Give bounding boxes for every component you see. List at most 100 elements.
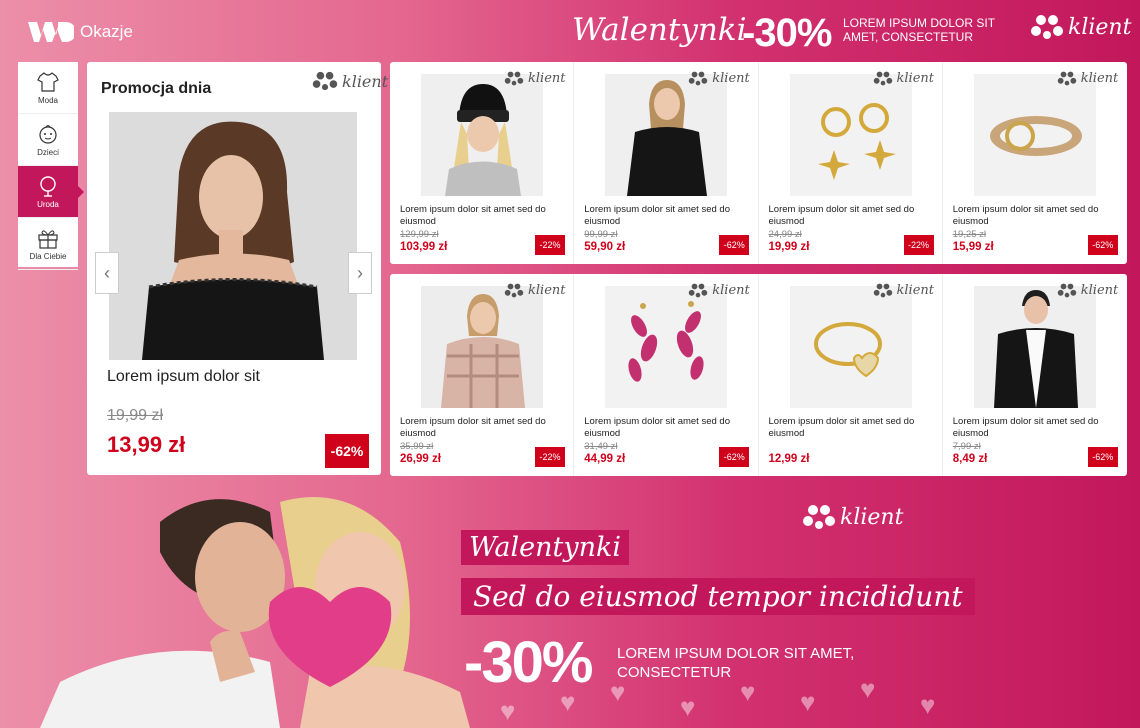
klient-logo: klient	[873, 283, 934, 298]
product-card[interactable]: klient Lorem ipsum dolor sit amet sed do…	[759, 62, 943, 264]
product-image[interactable]	[789, 286, 912, 408]
product-old-price: 24,99 zł	[768, 229, 802, 240]
sidebar-item-dzieci[interactable]: Dzieci	[18, 114, 78, 166]
discount-badge: -22%	[903, 235, 934, 255]
product-name[interactable]: Lorem ipsum dolor sit amet sed do eiusmo…	[769, 416, 929, 440]
flower-icon	[312, 71, 338, 91]
klient-logo-text: klient	[342, 71, 389, 91]
product-card[interactable]: klient Lorem ipsum dolor sit amet sed do…	[574, 62, 759, 264]
promo-klient-logo: klient	[312, 71, 388, 91]
product-new-price: 26,99 zł	[400, 453, 441, 465]
product-card[interactable]: klient Lorem ipsum dolor sit amet sed do…	[943, 62, 1127, 264]
couple-photo	[40, 497, 470, 728]
discount-badge: -22%	[535, 447, 565, 467]
klient-logo: klient	[688, 283, 750, 298]
klient-logo: klient	[504, 283, 565, 298]
product-image[interactable]	[605, 74, 728, 196]
product-name[interactable]: Lorem ipsum dolor sit amet sed do eiusmo…	[400, 416, 560, 440]
klient-logo-text: klient	[896, 283, 934, 298]
sidebar-item-moda[interactable]: Moda	[18, 62, 78, 114]
chevron-left-icon: ‹	[104, 262, 110, 283]
promo-of-the-day-card[interactable]: Promocja dnia klient ‹ › Lorem ipsum dol…	[87, 62, 388, 475]
product-new-price: 44,99 zł	[584, 453, 626, 465]
klient-logo: klient	[1057, 71, 1118, 86]
product-image[interactable]	[789, 74, 912, 196]
sidebar-item-dla-ciebie[interactable]: Dla Ciebie	[18, 218, 78, 270]
product-new-price: 12,99 zł	[768, 453, 810, 465]
product-image[interactable]	[421, 286, 543, 408]
page-background: Okazje Walentynki -30% LOREM IPSUM DOLOR…	[0, 0, 1140, 728]
mirror-icon	[40, 175, 56, 197]
shirt-icon	[37, 71, 59, 92]
product-old-price: 99,99 zł	[584, 229, 618, 240]
product-card[interactable]: klient Lorem ipsum dolor sit amet sed do…	[390, 274, 575, 476]
valentines-banner[interactable]: ♥ ♥ ♥ ♥ ♥ ♥ ♥ ♥ klient Walentynki Sed do eiu…	[0, 482, 1140, 728]
product-image[interactable]	[605, 286, 728, 408]
carousel-next-button[interactable]: ›	[348, 252, 372, 294]
product-image[interactable]	[421, 74, 543, 196]
klient-logo-text: klient	[896, 71, 934, 86]
promo-title: Promocja dnia	[101, 80, 212, 97]
brand-name: Okazje	[80, 22, 133, 41]
flower-icon	[1057, 283, 1076, 298]
gift-icon	[38, 229, 58, 249]
child-icon	[39, 124, 57, 144]
flower-icon	[689, 283, 708, 298]
product-new-price: 8,49 zł	[952, 453, 988, 465]
flower-icon	[1057, 71, 1076, 86]
klient-logo-text: klient	[1080, 283, 1119, 298]
discount-badge: -62%	[719, 235, 750, 255]
sidebar-item-label: Dla Ciebie	[29, 251, 67, 261]
carousel-prev-button[interactable]: ‹	[95, 252, 119, 294]
promo-old-price: 19,99 zł	[107, 407, 164, 424]
klient-logo-text: klient	[528, 283, 566, 298]
discount-badge: -22%	[535, 235, 565, 255]
product-name[interactable]: Lorem ipsum dolor sit amet sed do eiusmo…	[584, 204, 744, 228]
flower-icon	[873, 71, 892, 86]
product-name[interactable]: Lorem ipsum dolor sit amet sed do eiusmo…	[584, 416, 744, 440]
klient-logo: klient	[688, 71, 750, 86]
banner-discount: -30%	[464, 630, 593, 695]
product-card[interactable]: klient Lorem ipsum dolor sit amet sed do…	[759, 274, 943, 476]
sidebar-item-label: Dzieci	[37, 147, 59, 157]
header-tagline: LOREM IPSUM DOLOR SIT AMET, CONSECTETUR	[843, 16, 995, 44]
flower-icon	[873, 283, 892, 298]
banner-klient-logo: klient	[802, 504, 903, 530]
banner-subtitle: Sed do eiusmod tempor incididunt	[461, 578, 975, 615]
discount-badge: -62%	[1087, 235, 1118, 255]
header-klient-logo[interactable]: klient	[1030, 14, 1131, 40]
category-sidebar: Moda Dzieci Uroda Dla Ciebie	[18, 62, 84, 270]
klient-logo: klient	[873, 71, 934, 86]
banner-title: Walentynki	[461, 530, 629, 565]
klient-logo-text: klient	[1080, 71, 1119, 86]
product-card[interactable]: klient Lorem ipsum dolor sit amet sed do…	[574, 274, 759, 476]
product-image[interactable]	[973, 74, 1096, 196]
product-name[interactable]: Lorem ipsum dolor sit amet sed do eiusmo…	[953, 416, 1113, 440]
product-old-price: 19,25 zł	[952, 229, 987, 240]
promo-product-name[interactable]: Lorem ipsum dolor sit	[107, 368, 260, 386]
product-name[interactable]: Lorem ipsum dolor sit amet sed do eiusmo…	[769, 204, 929, 228]
product-new-price: 19,99 zł	[768, 241, 810, 253]
wp-logo-icon[interactable]	[28, 20, 74, 44]
product-name[interactable]: Lorem ipsum dolor sit amet sed do eiusmo…	[953, 204, 1113, 228]
flower-icon	[504, 283, 524, 298]
promo-product-image[interactable]	[109, 112, 357, 360]
klient-logo-text: klient	[528, 71, 566, 86]
promo-new-price: 13,99 zł	[107, 432, 186, 457]
product-card[interactable]: klient Lorem ipsum dolor sit amet sed do…	[943, 274, 1127, 476]
discount-badge: -62%	[719, 447, 750, 467]
product-image[interactable]	[973, 286, 1096, 408]
klient-logo-text: klient	[712, 283, 750, 298]
klient-logo-text: klient	[840, 504, 904, 530]
product-old-price: 7,99 zł	[952, 441, 981, 452]
header-discount: -30%	[742, 11, 832, 55]
header: Okazje Walentynki -30% LOREM IPSUM DOLOR…	[0, 0, 1140, 62]
klient-logo-text: klient	[1068, 14, 1132, 40]
sidebar-item-uroda[interactable]: Uroda	[18, 166, 84, 218]
product-card[interactable]: klient Lorem ipsum dolor sit amet sed do…	[390, 62, 575, 264]
product-new-price: 103,99 zł	[400, 241, 448, 253]
sidebar-item-label: Moda	[37, 95, 58, 105]
discount-badge: -62%	[1087, 447, 1118, 467]
product-old-price: 129,99 zł	[400, 229, 439, 240]
product-name[interactable]: Lorem ipsum dolor sit amet sed do eiusmo…	[400, 204, 560, 228]
